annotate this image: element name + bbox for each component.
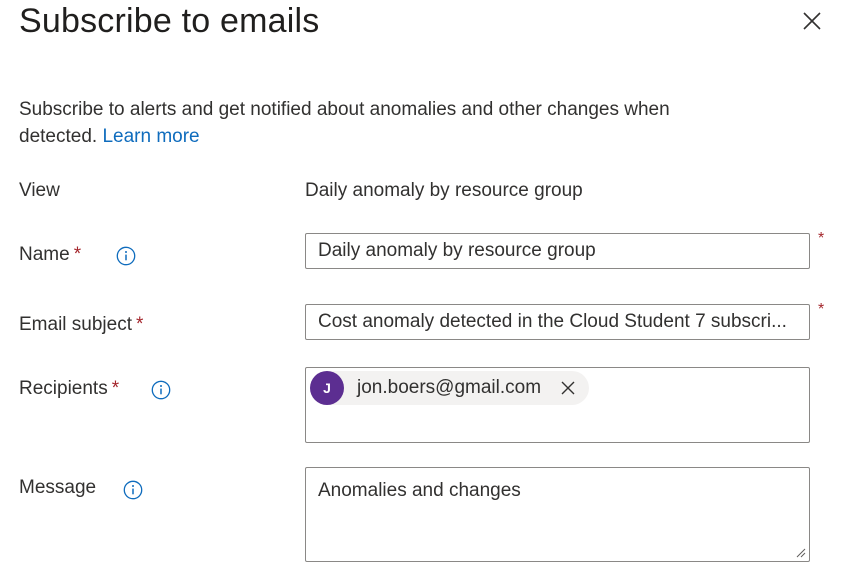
email-subject-required-indicator: * bbox=[818, 301, 825, 318]
remove-recipient-button[interactable] bbox=[561, 381, 575, 395]
recipients-label: Recipients * bbox=[19, 376, 119, 402]
close-icon bbox=[561, 381, 575, 395]
required-mark: * bbox=[111, 378, 120, 399]
resize-handle-icon[interactable] bbox=[796, 548, 806, 558]
view-label: View bbox=[19, 178, 60, 204]
message-info-button[interactable] bbox=[123, 480, 143, 500]
name-input[interactable] bbox=[306, 234, 809, 268]
info-icon bbox=[151, 380, 171, 400]
avatar: J bbox=[310, 371, 344, 405]
required-mark: * bbox=[73, 244, 82, 265]
name-field-wrapper bbox=[305, 233, 810, 269]
info-icon bbox=[123, 480, 143, 500]
recipient-email: jon.boers@gmail.com bbox=[357, 377, 542, 398]
close-button[interactable] bbox=[797, 6, 827, 36]
message-field-wrapper: Anomalies and changes bbox=[305, 467, 810, 562]
panel-title: Subscribe to emails bbox=[19, 2, 320, 40]
view-label-text: View bbox=[19, 180, 60, 201]
name-label-text: Name bbox=[19, 244, 70, 265]
learn-more-link[interactable]: Learn more bbox=[102, 126, 199, 147]
required-mark: * bbox=[136, 314, 144, 335]
name-info-button[interactable] bbox=[116, 246, 136, 266]
recipients-label-text: Recipients bbox=[19, 378, 108, 399]
email-subject-field-wrapper bbox=[305, 304, 810, 340]
recipients-field[interactable]: J jon.boers@gmail.com bbox=[305, 367, 810, 443]
name-required-indicator: * bbox=[818, 230, 825, 247]
view-value: Daily anomaly by resource group bbox=[305, 180, 583, 201]
email-subject-label-text: Email subject bbox=[19, 314, 132, 335]
close-icon bbox=[803, 12, 821, 30]
email-subject-input[interactable] bbox=[306, 305, 809, 339]
email-subject-label: Email subject * bbox=[19, 312, 143, 338]
info-icon bbox=[116, 246, 136, 266]
panel-description: Subscribe to alerts and get notified abo… bbox=[19, 96, 719, 150]
message-textarea[interactable]: Anomalies and changes bbox=[306, 468, 809, 560]
message-label: Message bbox=[19, 475, 96, 501]
name-label: Name * bbox=[19, 242, 81, 268]
recipient-chip: J jon.boers@gmail.com bbox=[310, 371, 590, 405]
message-label-text: Message bbox=[19, 477, 97, 498]
recipients-info-button[interactable] bbox=[151, 380, 171, 400]
